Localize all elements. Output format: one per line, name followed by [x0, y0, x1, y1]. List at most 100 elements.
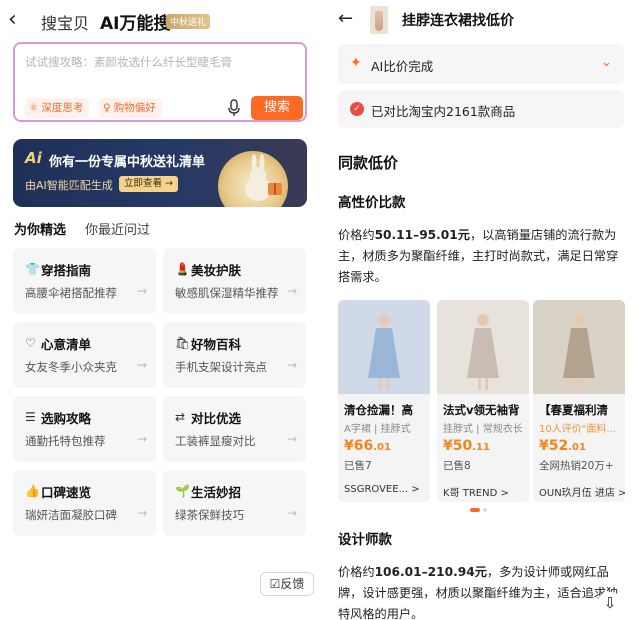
product-card[interactable]: 【春夏福利清 10人评价"面料... ¥52.01 全网热销20万+ OUN玖月伍 进店…	[533, 300, 625, 502]
tab-ai-search[interactable]: AI万能搜	[100, 9, 170, 34]
mid-autumn-gift-banner[interactable]: Ai 你有一份专属中秋送礼清单 由AI智能匹配生成 立即查看 →	[13, 139, 307, 207]
status-text: 已对比淘宝内2161款商品	[371, 104, 516, 119]
atom-icon: ⚛	[29, 102, 39, 114]
arrow-right-icon: →	[286, 284, 297, 298]
price-range: 50.11–95.01元	[374, 228, 470, 242]
product-price: ¥66.01	[344, 438, 391, 454]
section-heading: 同款低价	[338, 154, 399, 172]
card-subtitle: 通勤托特包推荐	[25, 434, 106, 448]
banner-subtitle: 由AI智能匹配生成	[25, 179, 113, 192]
arrow-right-icon: →	[136, 284, 147, 298]
tab-recently-asked[interactable]: 你最近问过	[85, 219, 150, 238]
card-subtitle: 高腰伞裙搭配推荐	[25, 286, 117, 300]
product-price: ¥50.11	[443, 438, 490, 454]
deep-think-chip[interactable]: ⚛ 深度思考	[25, 98, 90, 118]
feedback-label: 反馈	[280, 577, 305, 591]
compared-count-status: ✓ 已对比淘宝内2161款商品	[338, 90, 624, 128]
card-title: 穿搭指南	[41, 263, 92, 278]
tab-search-products[interactable]: 搜宝贝	[41, 10, 89, 34]
product-name: 法式v领无袖背	[443, 403, 520, 417]
check-circle-icon: ✓	[350, 102, 364, 116]
carousel-dot	[483, 508, 487, 512]
recommend-card[interactable]: ⇄ 对比优选工装裤显瘦对比 →	[163, 396, 306, 462]
carousel-dot	[470, 508, 480, 512]
bag-icon: 🛍	[175, 336, 191, 350]
card-subtitle: 女友冬季小众夹克	[25, 360, 117, 374]
microphone-icon[interactable]	[227, 99, 241, 117]
shirt-icon: 👕	[25, 262, 40, 276]
search-button[interactable]: 搜索	[251, 96, 303, 120]
product-name: 清仓捡漏！高	[344, 403, 413, 417]
recommend-card[interactable]: ♡ 心意清单 女友冬季小众夹克 →	[13, 322, 156, 388]
heart-icon: ♡	[25, 336, 36, 350]
price-compare-panel: ← 挂脖连衣裙找低价 ✦ AI比价完成 ⌄ ✓ 已对比淘宝内2161款商品 同款…	[322, 0, 640, 620]
arrow-right-icon: →	[136, 432, 147, 446]
chip-label: 购物偏好	[113, 102, 156, 114]
page-title: 挂脖连衣裙找低价	[402, 13, 514, 29]
card-subtitle: 瑞妍洁面凝胶口碑	[25, 508, 117, 522]
card-subtitle: 工装裤显瘦对比	[175, 434, 256, 448]
arrow-right-icon: →	[286, 358, 297, 372]
product-card[interactable]: 法式v领无袖背 挂脖式 | 常规衣长 ¥50.11 已售8 K哥 TREND >	[437, 300, 529, 502]
card-title: 选购攻略	[41, 411, 92, 426]
view-now-button[interactable]: 立即查看 →	[119, 176, 178, 192]
scroll-down-icon[interactable]: ⇩	[597, 592, 623, 616]
card-title: 对比优选	[191, 411, 242, 426]
recommend-card[interactable]: ☰ 选购攻略通勤托特包推荐 →	[13, 396, 156, 462]
recommend-card[interactable]: 💄 美妆护肤 敏感肌保湿精华推荐 →	[163, 248, 306, 314]
arrow-right-icon: →	[136, 358, 147, 372]
ai-search-panel: ‹ 搜宝贝 AI万能搜 中秋送礼 试试搜攻略：素颜妆选什么纤长型睫毛膏 ⚛ 深度思…	[0, 0, 322, 620]
product-name: 【春夏福利清	[539, 403, 608, 417]
price-range: 106.01–210.94元	[374, 565, 487, 579]
user-icon: ♀	[103, 102, 111, 114]
recommend-card[interactable]: 🛍 好物百科手机支架设计亮点 →	[163, 322, 306, 388]
leaf-icon: 🌱	[175, 484, 190, 498]
compare-icon: ⇄	[175, 410, 186, 424]
product-image	[533, 300, 625, 394]
product-card[interactable]: 清仓捡漏！高 A字裙 | 挂脖式 ¥66.01 已售7 SSGROVEE... >	[338, 300, 430, 502]
mid-autumn-badge: 中秋送礼	[166, 14, 211, 29]
back-arrow-icon[interactable]: ‹	[8, 9, 17, 31]
search-box[interactable]: 试试搜攻略：素颜妆选什么纤长型睫毛膏 ⚛ 深度思考 ♀ 购物偏好 搜索	[13, 42, 307, 122]
list-icon: ☰	[25, 410, 36, 424]
product-image	[338, 300, 430, 394]
rabbit-icon	[245, 154, 282, 201]
banner-title: 你有一份专属中秋送礼清单	[49, 155, 206, 170]
shopping-preference-chip[interactable]: ♀ 购物偏好	[99, 98, 162, 118]
recommend-card[interactable]: 🌱 生活妙招 绿茶保鲜技巧 →	[163, 470, 306, 536]
sold-count: 已售8	[443, 460, 471, 472]
card-title: 口碑速览	[41, 485, 92, 500]
ai-compare-status[interactable]: ✦ AI比价完成 ⌄	[338, 44, 624, 84]
back-arrow-icon[interactable]: ←	[338, 8, 353, 29]
sold-count: 已售7	[344, 460, 372, 472]
shop-link[interactable]: SSGROVEE... >	[344, 484, 430, 495]
search-placeholder[interactable]: 试试搜攻略：素颜妆选什么纤长型睫毛膏	[25, 54, 232, 70]
shop-link[interactable]: K哥 TREND >	[443, 484, 529, 499]
tab-picked-for-you[interactable]: 为你精选	[14, 219, 66, 238]
card-subtitle: 敏感肌保湿精华推荐	[175, 286, 279, 300]
subsection-heading: 高性价比款	[338, 195, 406, 211]
thumbs-up-icon: 👍	[25, 484, 40, 498]
feedback-icon: ☑	[269, 577, 281, 591]
card-title: 好物百科	[191, 337, 242, 352]
product-image	[437, 300, 529, 394]
product-tags: 10人评价"面料...	[539, 424, 616, 435]
top-bar: ‹ 搜宝贝 AI万能搜 中秋送礼	[0, 0, 322, 42]
sparkle-icon: ✦	[350, 55, 362, 71]
product-tags: 挂脖式 | 常规衣长	[443, 424, 523, 435]
arrow-right-icon: →	[286, 506, 297, 520]
product-tags: A字裙 | 挂脖式	[344, 424, 411, 435]
recommend-card[interactable]: 👕 穿搭指南高腰伞裙搭配推荐 →	[13, 248, 156, 314]
recommend-card[interactable]: 👍 口碑速览瑞妍洁面凝胶口碑 →	[13, 470, 156, 536]
card-subtitle: 手机支架设计亮点	[175, 360, 267, 374]
card-title: 美妆护肤	[191, 263, 242, 278]
feedback-button[interactable]: ☑反馈	[260, 572, 314, 596]
chevron-down-icon[interactable]: ⌄	[601, 55, 612, 70]
arrow-right-icon: →	[136, 506, 147, 520]
product-price: ¥52.01	[539, 438, 586, 454]
shop-link[interactable]: OUN玖月伍 进店 >	[539, 484, 625, 499]
description-paragraph: 价格约50.11–95.01元，以高销量店铺的流行款为主，材质多为聚酯纤维，主打…	[338, 228, 619, 284]
product-thumbnail	[370, 6, 388, 34]
arrow-right-icon: →	[286, 432, 297, 446]
status-text: AI比价完成	[371, 59, 434, 74]
